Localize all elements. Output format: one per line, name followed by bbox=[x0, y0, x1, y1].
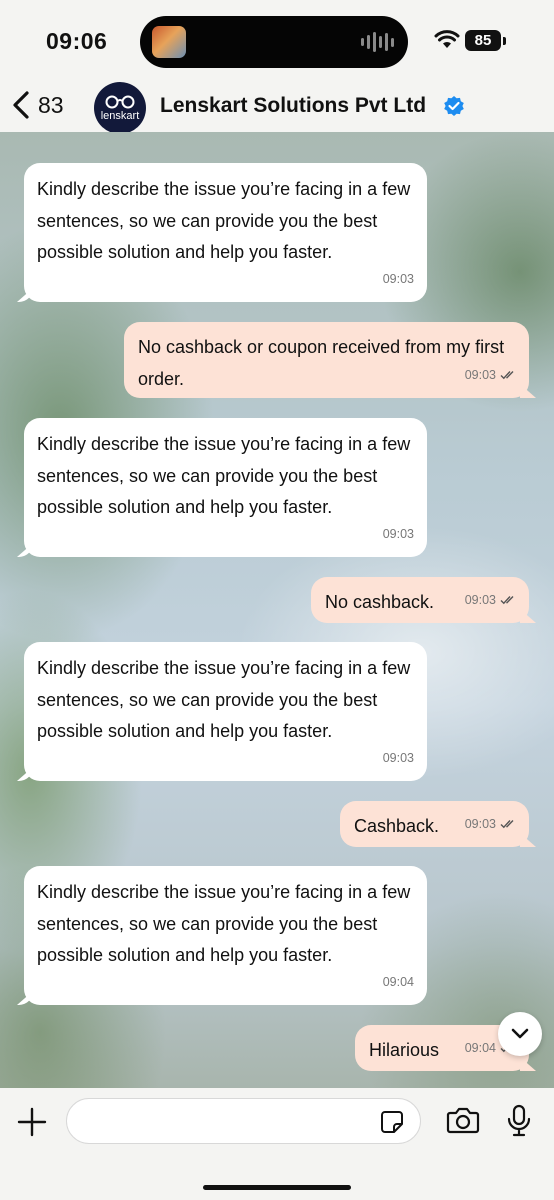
audio-waveform-icon bbox=[361, 31, 394, 53]
message-outgoing[interactable]: Cashback. 09:03 bbox=[340, 801, 529, 847]
chat-header: 83 lenskart Lenskart Solutions Pvt Ltd bbox=[0, 82, 554, 134]
sticker-icon[interactable] bbox=[380, 1110, 404, 1134]
double-check-icon bbox=[500, 596, 514, 605]
microphone-icon[interactable] bbox=[506, 1104, 532, 1138]
battery-cap bbox=[503, 37, 506, 45]
message-time: 09:03 bbox=[464, 592, 496, 607]
back-button[interactable]: 83 bbox=[10, 90, 64, 120]
message-time: 09:04 bbox=[464, 1040, 496, 1055]
media-thumbnail bbox=[152, 26, 186, 58]
home-indicator[interactable] bbox=[203, 1185, 351, 1190]
message-input[interactable] bbox=[66, 1098, 421, 1144]
double-check-icon bbox=[500, 371, 514, 380]
input-bar bbox=[0, 1088, 554, 1200]
message-incoming[interactable]: Kindly describe the issue you’re facing … bbox=[24, 866, 427, 1005]
avatar-label: lenskart bbox=[100, 109, 140, 122]
message-text: Kindly describe the issue you’re facing … bbox=[37, 882, 411, 965]
message-incoming[interactable]: Kindly describe the issue you’re facing … bbox=[24, 163, 427, 302]
message-time: 09:03 bbox=[382, 526, 414, 541]
message-incoming[interactable]: Kindly describe the issue you’re facing … bbox=[24, 418, 427, 557]
status-bar: 09:06 85 bbox=[0, 0, 554, 82]
message-text: Kindly describe the issue you’re facing … bbox=[37, 658, 411, 741]
glasses-logo-icon bbox=[105, 95, 135, 108]
message-time: 09:03 bbox=[464, 816, 496, 831]
status-time: 09:06 bbox=[46, 28, 108, 54]
chevron-left-icon bbox=[13, 91, 29, 119]
scroll-to-bottom-button[interactable] bbox=[498, 1012, 542, 1056]
message-outgoing[interactable]: No cashback or coupon received from my f… bbox=[124, 322, 529, 398]
contact-name[interactable]: Lenskart Solutions Pvt Ltd bbox=[160, 94, 426, 118]
message-time: 09:03 bbox=[382, 271, 414, 286]
chat-area[interactable]: Kindly describe the issue you’re facing … bbox=[0, 132, 554, 1088]
message-time: 09:03 bbox=[464, 367, 496, 382]
camera-icon[interactable] bbox=[446, 1106, 480, 1134]
message-text: Kindly describe the issue you’re facing … bbox=[37, 434, 411, 517]
wifi-icon bbox=[434, 30, 460, 48]
verified-badge-icon bbox=[444, 96, 464, 116]
avatar[interactable]: lenskart bbox=[94, 82, 146, 134]
plus-icon[interactable] bbox=[16, 1106, 48, 1138]
double-check-icon bbox=[500, 820, 514, 829]
message-text: Kindly describe the issue you’re facing … bbox=[37, 179, 411, 262]
message-incoming[interactable]: Kindly describe the issue you’re facing … bbox=[24, 642, 427, 781]
battery-icon: 85 bbox=[465, 30, 501, 51]
unread-count: 83 bbox=[38, 91, 64, 118]
message-time: 09:04 bbox=[382, 974, 414, 989]
message-outgoing[interactable]: No cashback. 09:03 bbox=[311, 577, 529, 623]
message-text: No cashback or coupon received from my f… bbox=[138, 337, 505, 389]
dynamic-island[interactable] bbox=[140, 16, 408, 68]
chevron-down-icon bbox=[511, 1028, 529, 1039]
message-time: 09:03 bbox=[382, 750, 414, 765]
